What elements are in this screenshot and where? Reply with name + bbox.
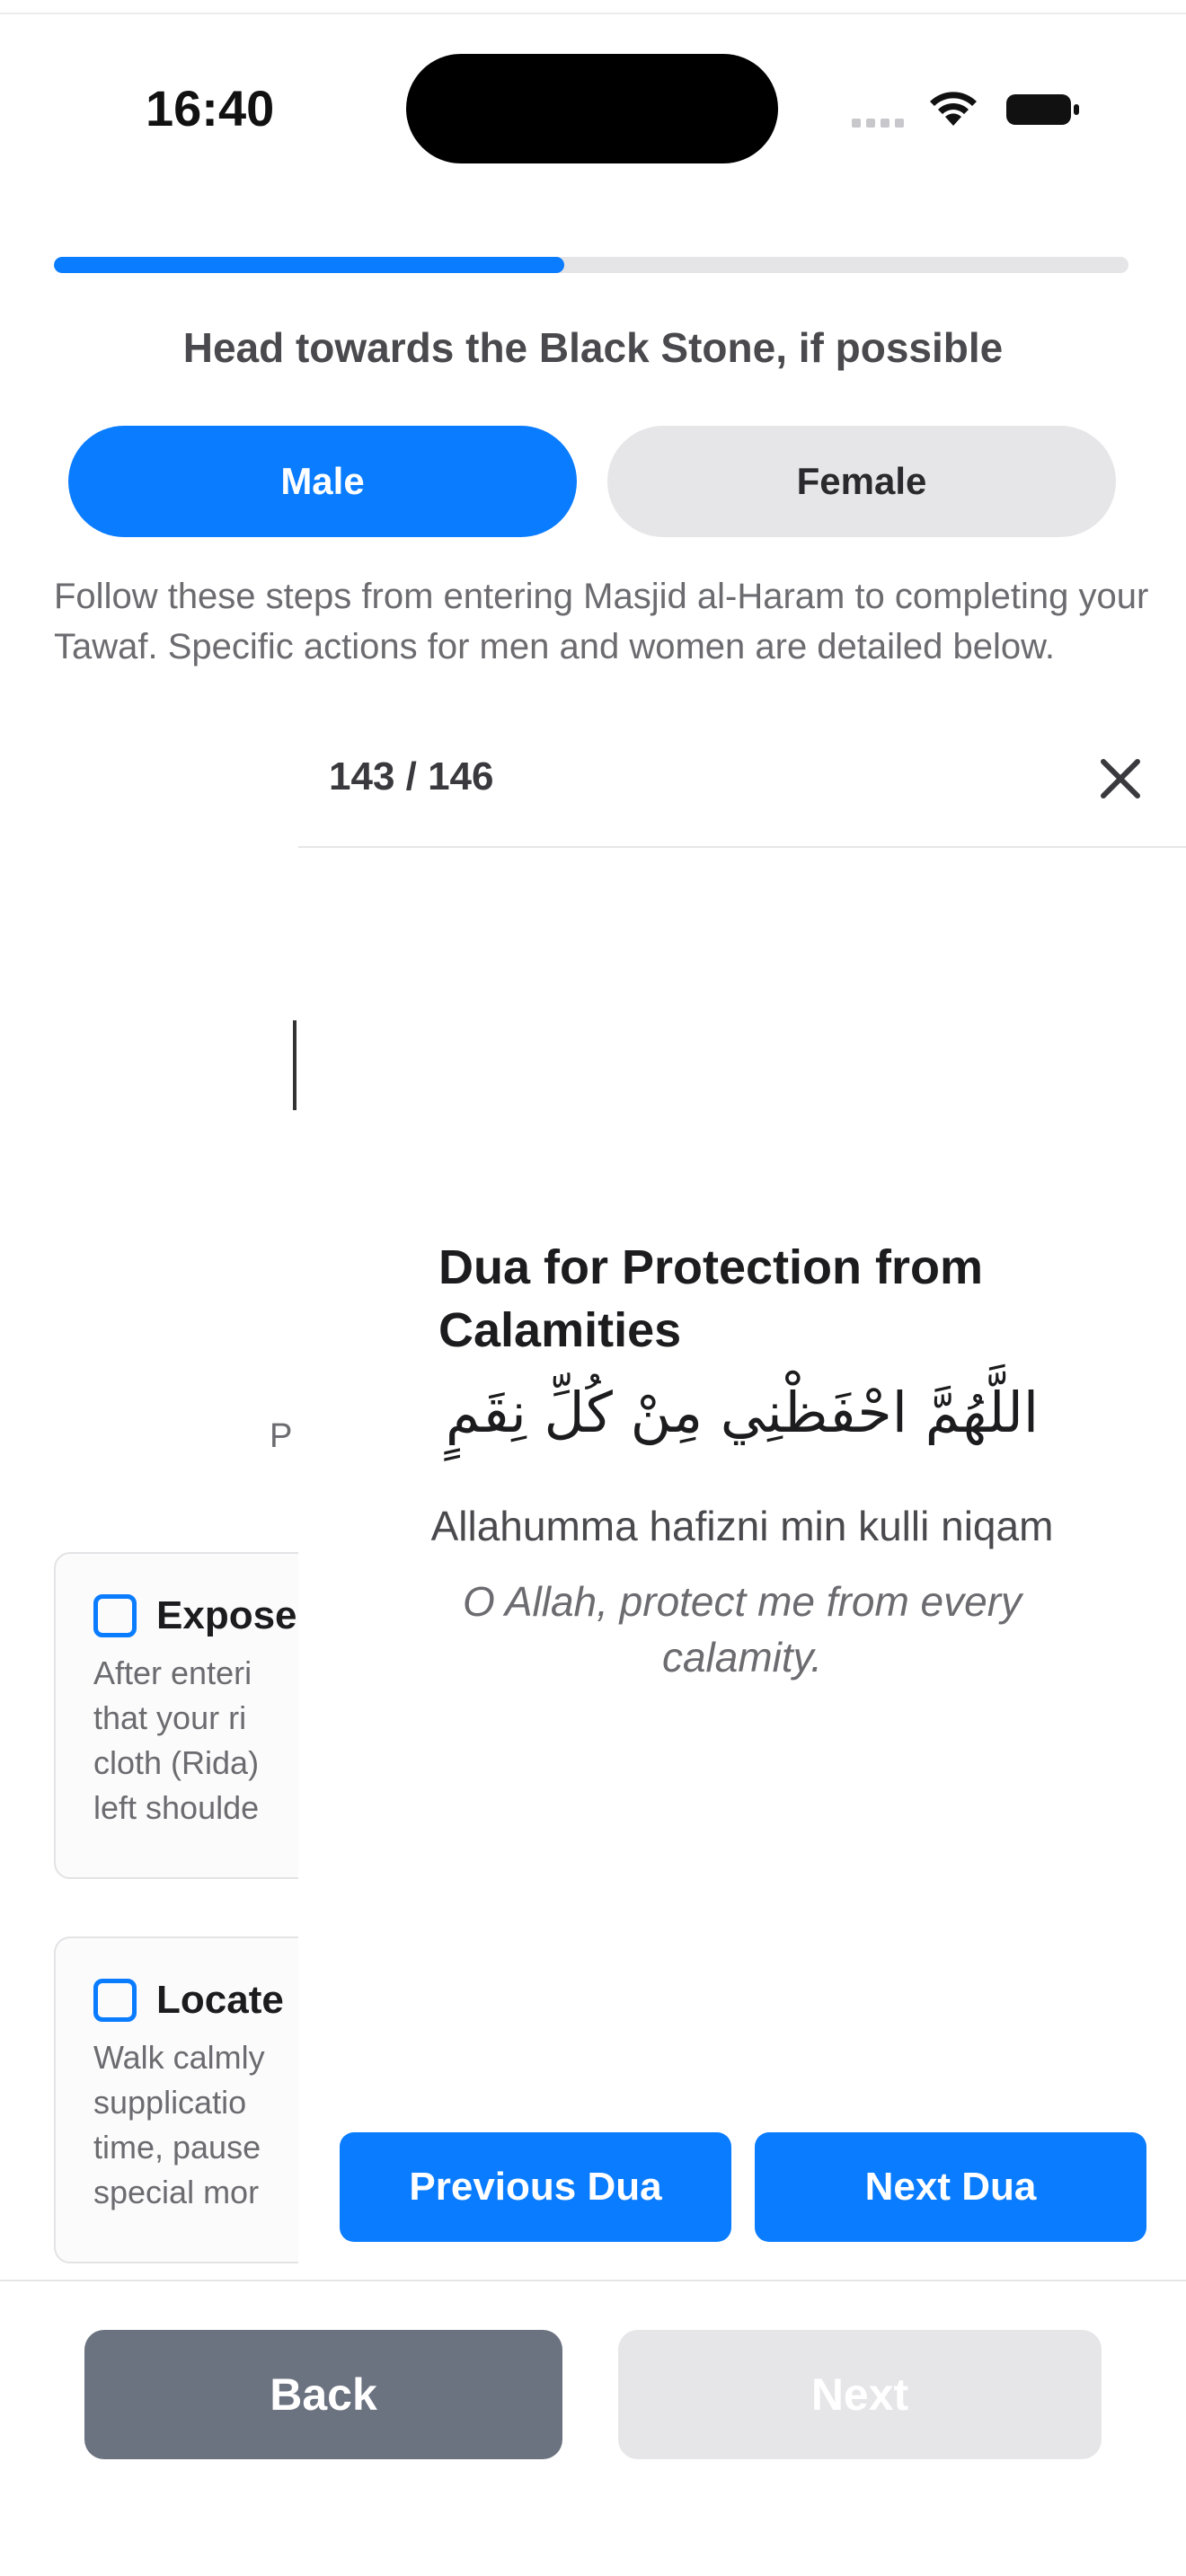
image-fragment	[293, 1020, 296, 1110]
back-button[interactable]: Back	[84, 2330, 562, 2459]
dua-counter: 143 / 146	[329, 754, 494, 798]
next-dua-button[interactable]: Next Dua	[755, 2132, 1146, 2242]
step-checkbox[interactable]	[93, 1594, 137, 1637]
female-toggle-button[interactable]: Female	[607, 426, 1116, 537]
wifi-icon	[930, 92, 977, 126]
progress-fill	[54, 257, 565, 273]
dua-arabic-text: اللَّهُمَّ احْفَظْنِي مِنْ كُلِّ نِقَمٍ	[445, 1380, 1040, 1445]
step-card-body: After enteri that your ri cloth (Rida) l…	[93, 1654, 260, 1826]
step-card-title: Locate	[156, 1978, 284, 2022]
male-toggle-button[interactable]: Male	[68, 426, 577, 537]
step-card-title: Expose	[156, 1593, 297, 1637]
dua-translation: O Allah, protect me from every calamity.	[462, 1578, 1022, 1681]
battery-icon	[1006, 94, 1079, 125]
step-card[interactable]: Expose After enteri that your ri cloth (…	[54, 1552, 298, 1879]
next-button[interactable]: Next	[618, 2330, 1102, 2459]
status-time: 16:40	[146, 80, 275, 137]
step-card-body: Walk calmly supplicatio time, pause spec…	[93, 2039, 265, 2210]
dua-transliteration: Allahumma hafizni min kulli niqam	[430, 1503, 1054, 1549]
step-card[interactable]: Locate Walk calmly supplicatio time, pau…	[54, 1936, 298, 2263]
previous-dua-button[interactable]: Previous Dua	[340, 2132, 731, 2242]
step-title: Head towards the Black Stone, if possibl…	[182, 324, 1004, 371]
partial-text: P	[270, 1417, 293, 1455]
step-checkbox[interactable]	[93, 1979, 137, 2022]
divider	[0, 2280, 1186, 2281]
progress-bar	[54, 257, 1128, 273]
dua-title: Dua for Protection from Calamities	[438, 1240, 984, 1357]
dua-modal: 143 / 146 Dua for Protection from Calami…	[298, 737, 1186, 2263]
dynamic-island	[406, 54, 778, 163]
divider	[298, 846, 1186, 848]
top-border	[0, 0, 1186, 14]
background-content: P Expose After enteri that your ri cloth…	[0, 719, 298, 2281]
close-icon[interactable]	[1089, 747, 1152, 810]
intro-text: Follow these steps from entering Masjid …	[54, 577, 1149, 666]
signal-icon	[852, 115, 909, 128]
